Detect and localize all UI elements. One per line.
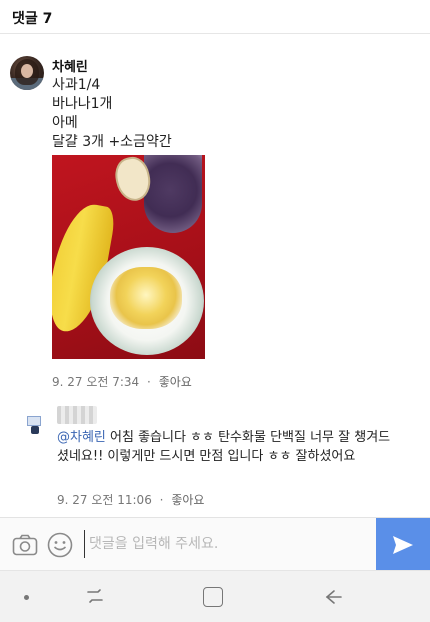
blurred-author-name: [57, 406, 97, 424]
like-button[interactable]: 좋아요: [159, 375, 192, 389]
separator: ·: [147, 375, 151, 389]
nav-indicator-dot: [24, 595, 29, 600]
mention-link[interactable]: @차혜린: [57, 430, 106, 445]
send-icon: [393, 536, 413, 554]
comment-photo[interactable]: [52, 155, 205, 359]
system-nav-bar: [0, 570, 430, 622]
comment-meta: 9. 27 오전 7:34 · 좋아요: [52, 373, 192, 390]
camera-icon[interactable]: [12, 533, 38, 557]
comment-date: 9. 27 오전 7:34: [52, 375, 140, 389]
header: 댓글 7: [0, 0, 430, 34]
recent-apps-icon[interactable]: [84, 585, 106, 607]
reply-body: @차혜린 어침 좋습니다 ㅎㅎ 탄수화물 단백질 너무 잘 챙겨드셨네요!! 이…: [57, 428, 392, 466]
comment-line: 사과1/4: [52, 77, 101, 93]
reply-text: 어침 좋습니다 ㅎㅎ 탄수화물 단백질 너무 잘 챙겨드셨네요!! 이렇게만 드…: [57, 430, 391, 464]
home-icon[interactable]: [203, 587, 223, 607]
comment-line: 바나나1개: [52, 96, 113, 112]
comment-composer: [0, 517, 430, 571]
back-icon[interactable]: [322, 586, 344, 608]
comment-line: 아메: [52, 115, 78, 131]
reply-date: 9. 27 오전 11:06: [57, 493, 152, 507]
smile-icon[interactable]: [47, 532, 73, 558]
send-button[interactable]: [376, 518, 430, 571]
reply-meta: 9. 27 오전 11:06 · 좋아요: [57, 491, 204, 508]
comment-input[interactable]: [84, 530, 369, 558]
comment-author[interactable]: 차혜린: [52, 56, 88, 75]
comment-body: 사과1/4 바나나1개 아메 달걀 3개 +소금약간: [52, 76, 172, 152]
avatar[interactable]: [22, 404, 46, 436]
separator: ·: [159, 493, 164, 507]
page-title: 댓글 7: [12, 11, 53, 27]
like-button[interactable]: 좋아요: [171, 493, 204, 507]
comment-line: 달걀 3개 +소금약간: [52, 134, 172, 150]
avatar[interactable]: [10, 56, 44, 90]
